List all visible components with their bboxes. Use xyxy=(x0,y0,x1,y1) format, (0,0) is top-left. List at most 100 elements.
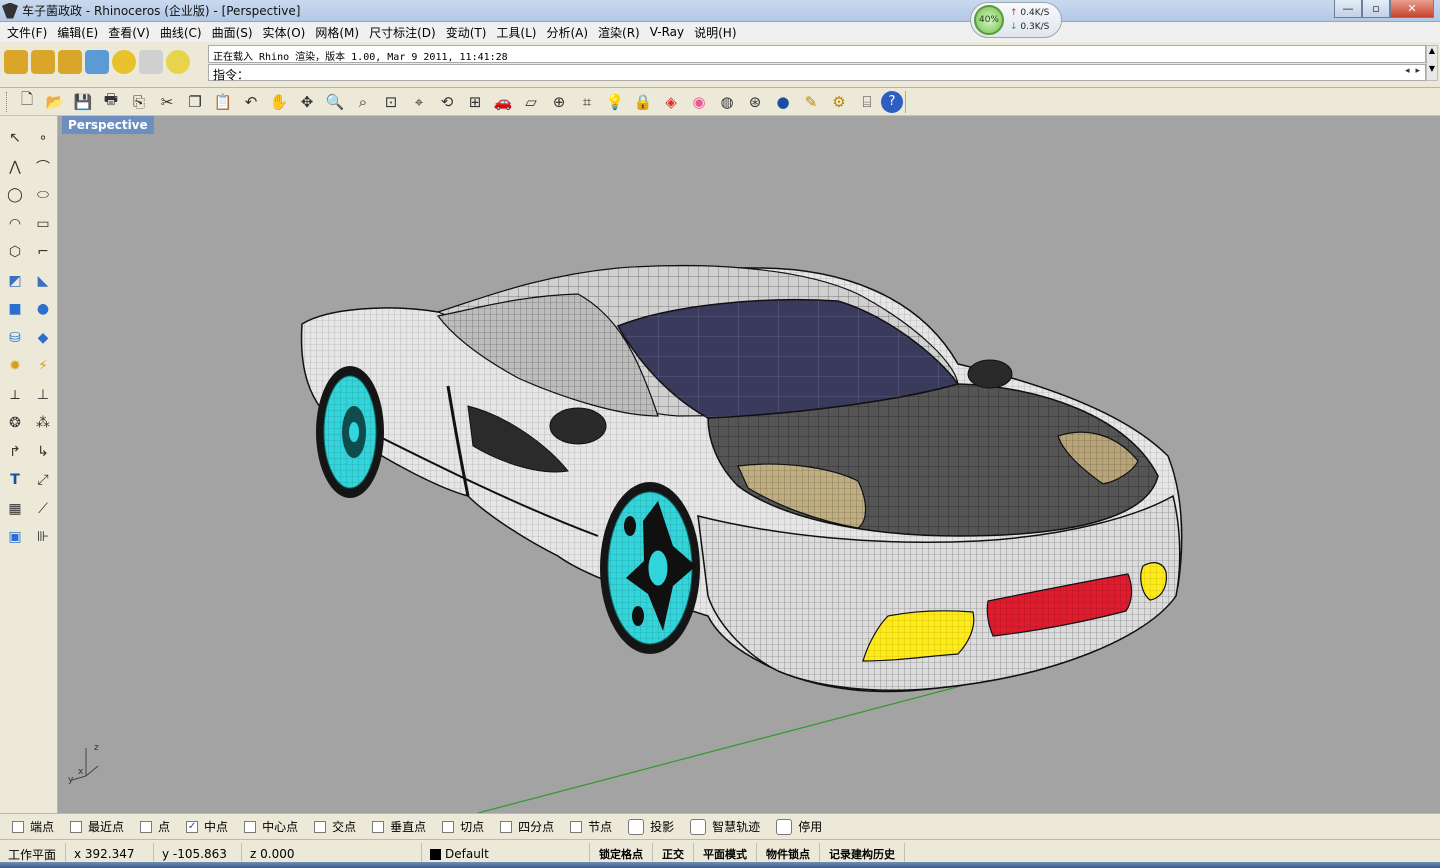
car-icon[interactable]: 🚗 xyxy=(489,89,517,115)
check-icon[interactable] xyxy=(166,50,190,74)
zoom-extents-icon[interactable]: ⊡ xyxy=(377,89,405,115)
select-arrow-icon[interactable]: ↖ xyxy=(1,124,29,153)
fillet-icon[interactable]: ↱ xyxy=(1,438,29,467)
checkbox[interactable] xyxy=(690,818,707,835)
mesh-sphere-icon[interactable]: ⊛ xyxy=(741,89,769,115)
render-ball-icon[interactable]: ● xyxy=(769,89,797,115)
mesh-icon[interactable]: ◆ xyxy=(29,324,57,353)
osnap-disable[interactable]: 停用 xyxy=(776,818,822,835)
checkbox[interactable] xyxy=(314,820,327,833)
maximize-button[interactable]: ▫ xyxy=(1362,0,1390,18)
checkbox[interactable] xyxy=(70,820,83,833)
osnap-center[interactable]: 中心点 xyxy=(244,818,298,835)
box-icon[interactable]: ■ xyxy=(1,295,29,324)
osnap-intersection[interactable]: 交点 xyxy=(314,818,356,835)
checkbox[interactable] xyxy=(244,820,257,833)
cplane-icon[interactable]: ▱ xyxy=(517,89,545,115)
menu-edit[interactable]: 编辑(E) xyxy=(52,24,103,41)
layers-icon[interactable]: ◈ xyxy=(657,89,685,115)
explode-icon[interactable]: ⚡ xyxy=(29,352,57,381)
osnap-knot[interactable]: 节点 xyxy=(570,818,612,835)
cut-icon[interactable]: ✂ xyxy=(153,89,181,115)
osnap-quad[interactable]: 四分点 xyxy=(500,818,554,835)
ellipse-icon[interactable]: ⬭ xyxy=(29,181,57,210)
undo-view-icon[interactable]: ⟲ xyxy=(433,89,461,115)
circle-icon[interactable]: ◯ xyxy=(1,181,29,210)
menu-view[interactable]: 查看(V) xyxy=(103,24,155,41)
checkbox[interactable] xyxy=(570,820,583,833)
snap-icon[interactable]: ⌗ xyxy=(573,89,601,115)
menu-dimension[interactable]: 尺寸标注(D) xyxy=(364,24,441,41)
grid-array-icon[interactable]: ▦ xyxy=(1,495,29,524)
sun-icon[interactable] xyxy=(112,50,136,74)
render-icon[interactable]: ▣ xyxy=(1,523,29,552)
wireframe-sphere-icon[interactable]: ◍ xyxy=(713,89,741,115)
command-scrollbar[interactable]: ▲ ▼ xyxy=(1426,45,1438,81)
osnap-perpendicular[interactable]: 垂直点 xyxy=(372,818,426,835)
checkbox-checked[interactable]: ✓ xyxy=(186,820,199,833)
lock-icon[interactable]: 🔒 xyxy=(629,89,657,115)
analyze-icon[interactable]: ⟋ xyxy=(29,495,57,524)
checkbox[interactable] xyxy=(628,818,645,835)
menu-help[interactable]: 说明(H) xyxy=(689,24,741,41)
arc-icon[interactable]: ◠ xyxy=(1,210,29,239)
menu-vray[interactable]: V-Ray xyxy=(645,25,689,39)
menu-curve[interactable]: 曲线(C) xyxy=(155,24,207,41)
zoom-window-icon[interactable]: ⌕ xyxy=(349,89,377,115)
cube-icon[interactable] xyxy=(85,50,109,74)
copy-icon[interactable]: ❐ xyxy=(181,89,209,115)
fillet-curve-icon[interactable]: ⌐ xyxy=(29,238,57,267)
checkbox[interactable] xyxy=(776,818,793,835)
rotate-view-icon[interactable]: ✥ xyxy=(293,89,321,115)
checkbox[interactable] xyxy=(500,820,513,833)
rhino-app-icon[interactable] xyxy=(2,2,18,19)
osnap-smarttrack[interactable]: 智慧轨迹 xyxy=(690,818,760,835)
checkbox[interactable] xyxy=(372,820,385,833)
minimize-button[interactable]: — xyxy=(1334,0,1362,18)
osnap-end[interactable]: 端点 xyxy=(12,818,54,835)
osnap-project[interactable]: 投影 xyxy=(628,818,674,835)
network-speed-widget[interactable]: 40% ↑ 0.4K/S ↓ 0.3K/S xyxy=(970,2,1062,38)
undo-icon[interactable]: ↶ xyxy=(237,89,265,115)
cylinder-icon[interactable]: ⛁ xyxy=(1,324,29,353)
offset-icon[interactable]: ↳ xyxy=(29,438,57,467)
menu-solid[interactable]: 实体(O) xyxy=(258,24,311,41)
gear-sun-icon[interactable]: ✹ xyxy=(1,352,29,381)
menu-analyze[interactable]: 分析(A) xyxy=(541,24,593,41)
import-icon[interactable]: ⎘ xyxy=(125,89,153,115)
label-icon[interactable] xyxy=(139,50,163,74)
polygon-icon[interactable]: ⬡ xyxy=(1,238,29,267)
print-icon[interactable]: 🖶 xyxy=(97,89,125,115)
command-nav-arrows[interactable]: ◂ ▸ xyxy=(1405,66,1420,76)
tag-icon[interactable] xyxy=(58,50,82,74)
color-wheel-icon[interactable]: ◉ xyxy=(685,89,713,115)
osnap-near[interactable]: 最近点 xyxy=(70,818,124,835)
zoom-selected-icon[interactable]: ⌖ xyxy=(405,89,433,115)
transform-icon[interactable]: ⤢ xyxy=(29,466,57,495)
new-file-icon[interactable]: 🗋 xyxy=(13,89,41,115)
zoom-in-icon[interactable]: 🔍 xyxy=(321,89,349,115)
curve-cv-icon[interactable]: ⌒ xyxy=(29,153,57,182)
command-prompt[interactable]: 指令： xyxy=(208,64,1426,82)
rectangle-icon[interactable]: ▭ xyxy=(29,210,57,239)
gear-icon[interactable]: ⚙ xyxy=(825,89,853,115)
osnap-point[interactable]: 点 xyxy=(140,818,170,835)
checkbox[interactable] xyxy=(140,820,153,833)
save-icon[interactable]: 💾 xyxy=(69,89,97,115)
osnap-mid[interactable]: ✓ 中点 xyxy=(186,818,228,835)
scroll-right-icon[interactable]: ▸ xyxy=(1415,66,1420,76)
menu-tools[interactable]: 工具(L) xyxy=(491,24,541,41)
help-icon[interactable]: ? xyxy=(881,90,903,113)
osnap-tangent[interactable]: 切点 xyxy=(442,818,484,835)
array-icon[interactable]: ⁂ xyxy=(29,409,57,438)
checkbox[interactable] xyxy=(442,820,455,833)
open-folder-icon[interactable]: 📂 xyxy=(41,89,69,115)
menu-file[interactable]: 文件(F) xyxy=(2,24,52,41)
surface-corner-icon[interactable]: ◩ xyxy=(1,267,29,296)
menu-transform[interactable]: 变动(T) xyxy=(441,24,492,41)
boolean-union-icon[interactable]: ● xyxy=(29,295,57,324)
pan-hand-icon[interactable]: ✋ xyxy=(265,89,293,115)
text-icon[interactable]: T xyxy=(1,466,29,495)
grid-icon[interactable]: ⌸ xyxy=(853,89,881,115)
point-icon[interactable]: ∘ xyxy=(29,124,57,153)
